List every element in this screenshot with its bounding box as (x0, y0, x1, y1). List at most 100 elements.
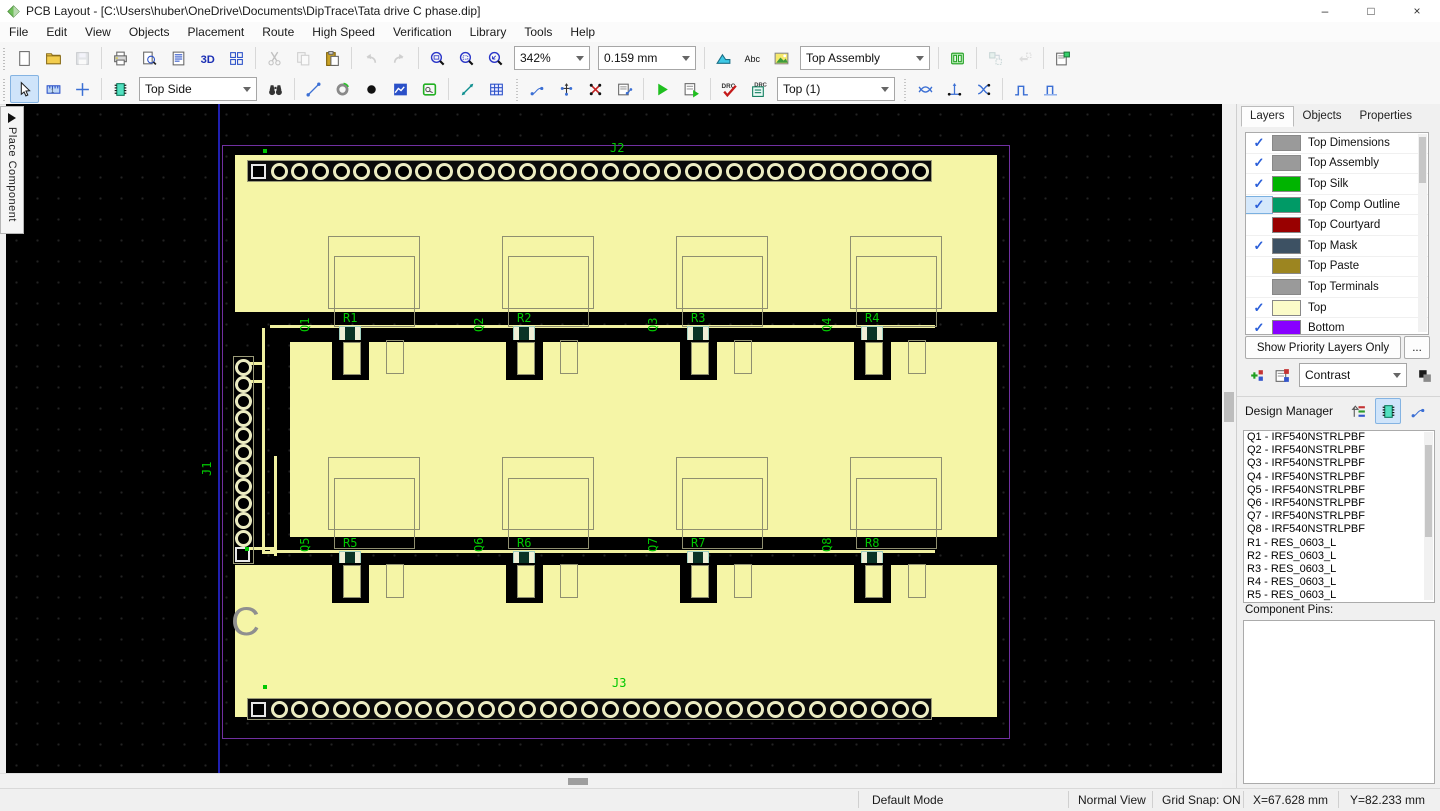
component-list-item[interactable]: R4 - RES_0603_L (1244, 576, 1434, 589)
pad[interactable] (828, 161, 849, 181)
layer-color-swatch[interactable] (1272, 300, 1301, 316)
new-file-button[interactable] (10, 44, 39, 72)
through-pad[interactable] (691, 565, 709, 598)
pad[interactable] (289, 161, 310, 181)
pad-outline[interactable] (560, 564, 578, 598)
pad[interactable] (372, 699, 393, 719)
vscroll-thumb[interactable] (1224, 392, 1234, 422)
pad[interactable] (911, 699, 932, 719)
pad-hole[interactable] (235, 530, 252, 547)
through-pad[interactable] (343, 565, 361, 598)
paste-button[interactable] (318, 44, 347, 72)
titles-and-sheet-setup-button[interactable] (164, 44, 193, 72)
zoom-previous-button[interactable] (481, 44, 510, 72)
zoom-scale-combo[interactable]: 342% (514, 46, 590, 70)
minimize-button[interactable]: – (1302, 0, 1348, 22)
assembly-layer-combo[interactable]: Top Assembly (800, 46, 930, 70)
component-R3[interactable] (687, 326, 709, 341)
zoom-window-button[interactable] (423, 44, 452, 72)
panel-tab-layers[interactable]: Layers (1241, 106, 1294, 127)
pad[interactable] (434, 161, 455, 181)
pad[interactable] (579, 161, 600, 181)
component-list-item[interactable]: Q8 - IRF540NSTRLPBF (1244, 523, 1434, 536)
layers-scrollbar[interactable] (1418, 134, 1427, 332)
pad[interactable] (662, 699, 683, 719)
length-matching-button[interactable] (969, 75, 998, 103)
pad[interactable] (600, 699, 621, 719)
through-pad[interactable] (343, 342, 361, 375)
layer-visibility-checkbox[interactable]: ✓ (1246, 176, 1272, 192)
layer-setup-button[interactable] (1269, 362, 1295, 388)
pad-hole[interactable] (235, 376, 252, 393)
design-manager-scrollbar[interactable] (1424, 432, 1433, 600)
pad[interactable] (807, 161, 828, 181)
pad[interactable] (848, 161, 869, 181)
pad[interactable] (703, 161, 724, 181)
pad[interactable] (455, 699, 476, 719)
pad[interactable] (434, 699, 455, 719)
pad[interactable] (331, 161, 352, 181)
pad[interactable] (766, 699, 787, 719)
layer-row-top-paste[interactable]: Top Paste (1246, 257, 1428, 278)
default-mode-button[interactable] (10, 75, 39, 103)
place-origin-button[interactable] (68, 75, 97, 103)
place-copper-pour-button[interactable] (386, 75, 415, 103)
contrast-mode-button[interactable] (1411, 362, 1437, 388)
pad[interactable] (600, 161, 621, 181)
menu-library[interactable]: Library (461, 23, 516, 41)
menu-file[interactable]: File (0, 23, 37, 41)
layer-color-swatch[interactable] (1272, 217, 1301, 233)
trace[interactable] (274, 456, 277, 556)
pad[interactable] (352, 161, 373, 181)
pad-outline[interactable] (734, 564, 752, 598)
maximize-button[interactable]: □ (1348, 0, 1394, 22)
menu-verification[interactable]: Verification (384, 23, 461, 41)
design-manager-list[interactable]: Q1 - IRF540NSTRLPBFQ2 - IRF540NSTRLPBFQ3… (1243, 430, 1435, 603)
pad[interactable] (621, 699, 642, 719)
pad[interactable] (621, 161, 642, 181)
sort-components-button[interactable] (1345, 398, 1371, 424)
layer-visibility-checkbox[interactable]: ✓ (1246, 155, 1272, 171)
pad[interactable] (724, 699, 745, 719)
layer-row-top[interactable]: ✓Top (1246, 298, 1428, 319)
pcb-canvas[interactable]: Q1Q2Q3Q4Q5Q6Q7Q8R1R2R3R4R5R6R7R8J2J3J1C (6, 104, 1222, 773)
pad[interactable] (890, 161, 911, 181)
pad-outline[interactable] (908, 564, 926, 598)
menu-tools[interactable]: Tools (515, 23, 561, 41)
component-list-item[interactable]: R5 - RES_0603_L (1244, 589, 1434, 602)
pad[interactable] (641, 161, 662, 181)
trace[interactable] (270, 550, 935, 553)
add-layer-button[interactable] (1243, 362, 1269, 388)
place-component-panel-tab[interactable]: Place Component (0, 106, 24, 234)
pad[interactable] (807, 699, 828, 719)
pad[interactable] (455, 161, 476, 181)
find-component-button[interactable] (261, 75, 290, 103)
component-pins-list[interactable] (1243, 620, 1435, 784)
components-view-button[interactable] (1375, 398, 1401, 424)
pad[interactable] (269, 161, 290, 181)
pad[interactable] (745, 699, 766, 719)
pad[interactable] (289, 699, 310, 719)
delete-ratline-button[interactable] (581, 75, 610, 103)
pad[interactable] (579, 699, 600, 719)
pad-hole[interactable] (235, 478, 252, 495)
menu-edit[interactable]: Edit (37, 23, 76, 41)
place-text-button[interactable]: Abc (738, 44, 767, 72)
layer-visibility-checkbox[interactable]: ✓ (1246, 300, 1272, 316)
panel-tab-objects[interactable]: Objects (1294, 106, 1351, 127)
pad[interactable] (476, 161, 497, 181)
through-pad[interactable] (865, 342, 883, 375)
pad[interactable] (662, 161, 683, 181)
component-list-item[interactable]: Q7 - IRF540NSTRLPBF (1244, 510, 1434, 523)
layer-color-swatch[interactable] (1272, 238, 1301, 254)
pad[interactable] (890, 699, 911, 719)
component-list-item[interactable]: Q1 - IRF540NSTRLPBF (1244, 431, 1434, 444)
pad[interactable] (393, 699, 414, 719)
panelizing-button[interactable] (222, 44, 251, 72)
differential-pairs-button[interactable] (911, 75, 940, 103)
layer-color-swatch[interactable] (1272, 135, 1301, 151)
measure-mode-button[interactable]: 1 (39, 75, 68, 103)
nets-view-button[interactable] (1405, 398, 1431, 424)
grid-size-combo[interactable]: 0.159 mm (598, 46, 696, 70)
layer-row-top-assembly[interactable]: ✓Top Assembly (1246, 154, 1428, 175)
